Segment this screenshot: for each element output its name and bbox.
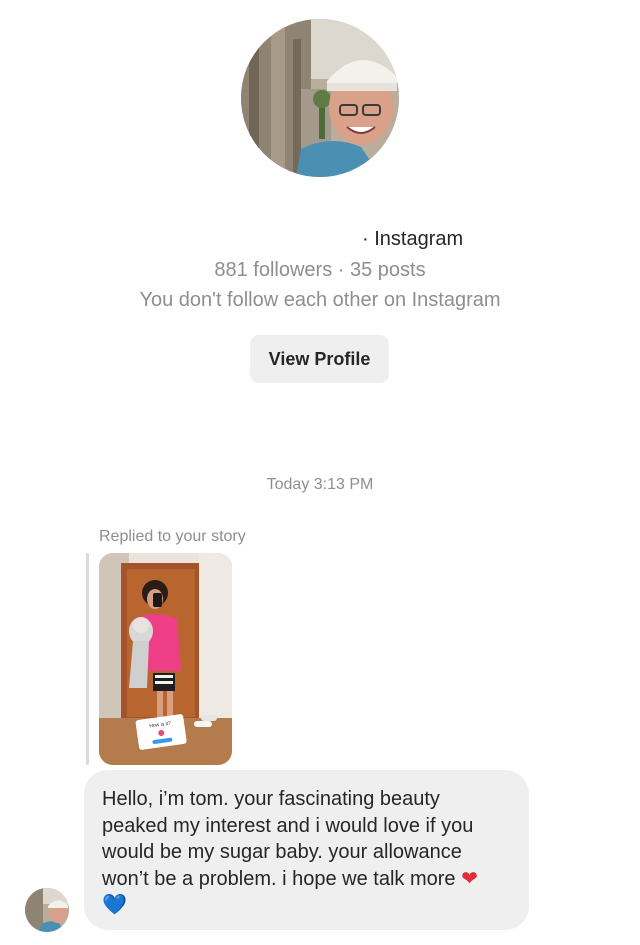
follow-status-note: You don't follow each other on Instagram: [139, 289, 501, 311]
sender-avatar[interactable]: [25, 888, 69, 932]
reply-indicator-bar: [86, 553, 89, 765]
message-text: Hello, i’m tom. your fascinating beauty …: [102, 788, 474, 890]
story-thumbnail[interactable]: How is it?: [99, 553, 232, 765]
profile-name-row: · Instagram: [0, 226, 640, 256]
replied-to-story-label: Replied to your story: [99, 528, 246, 545]
redacted-username: [196, 230, 356, 252]
profile-stats: 881 followers · 35 posts: [214, 259, 426, 281]
message-bubble[interactable]: Hello, i’m tom. your fascinating beauty …: [84, 770, 529, 930]
message-timestamp: Today 3:13 PM: [266, 476, 374, 493]
red-heart-emoji: ❤: [461, 867, 478, 890]
profile-avatar[interactable]: [241, 19, 399, 177]
profile-name-suffix: · Instagram: [362, 228, 464, 250]
view-profile-button[interactable]: View Profile: [250, 335, 389, 383]
blue-heart-emoji: 💙: [102, 894, 127, 916]
